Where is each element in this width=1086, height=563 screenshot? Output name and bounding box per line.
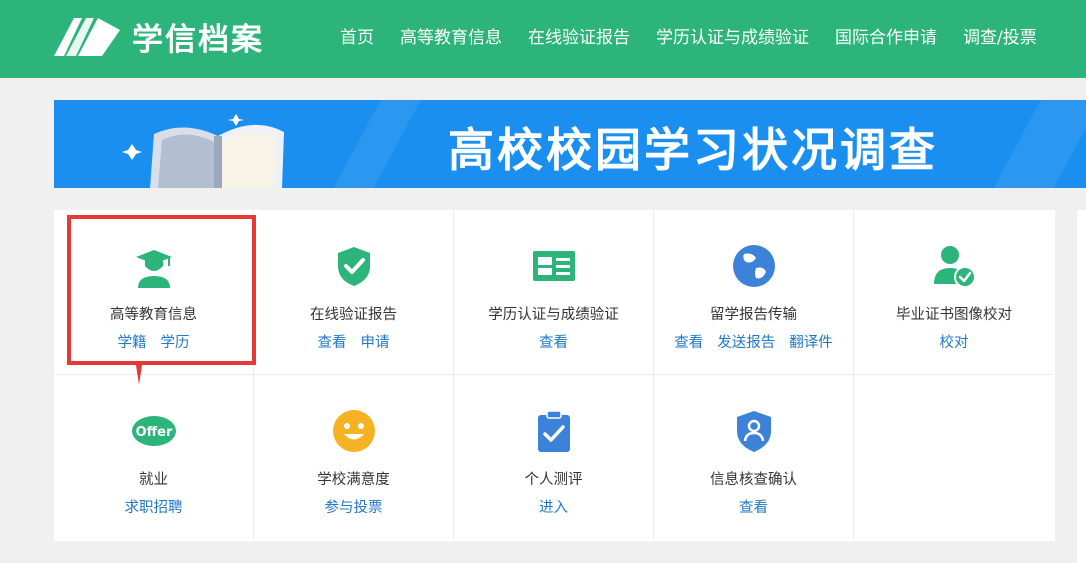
nav-higher-education[interactable]: 高等教育信息 <box>400 23 502 48</box>
service-title: 在线验证报告 <box>310 307 397 323</box>
service-info-verification: 信息核查确认 查看 <box>654 375 854 540</box>
service-links: 查看 <box>454 331 653 352</box>
nav-survey[interactable]: 调查/投票 <box>963 23 1037 48</box>
service-title: 信息核查确认 <box>710 472 797 488</box>
open-book-illustration <box>122 114 284 188</box>
service-links: 查看 申请 <box>254 331 453 352</box>
nav-international[interactable]: 国际合作申请 <box>835 23 937 48</box>
link-view[interactable]: 查看 <box>318 335 347 351</box>
service-certificate-check: 毕业证书图像校对 校对 <box>854 210 1054 375</box>
logo-text: 学信档案 <box>132 21 264 58</box>
book-logo-icon <box>54 18 120 56</box>
service-links: 校对 <box>854 331 1054 352</box>
link-job-search[interactable]: 求职招聘 <box>125 500 183 516</box>
service-title: 就业 <box>139 472 168 488</box>
nav-online-report[interactable]: 在线验证报告 <box>528 23 630 48</box>
survey-banner[interactable]: 高校校园学习状况调查 <box>54 100 1086 188</box>
shield-check-icon <box>338 247 370 286</box>
user-check-icon <box>934 246 976 288</box>
service-title: 留学报告传输 <box>710 307 797 323</box>
empty-cell <box>854 375 1054 540</box>
link-apply[interactable]: 申请 <box>361 335 390 351</box>
link-vote[interactable]: 参与投票 <box>325 500 383 516</box>
service-links: 求职招聘 <box>54 496 253 517</box>
service-links: 查看 <box>654 496 853 517</box>
service-links: 查看 发送报告 翻译件 <box>654 331 853 352</box>
service-personal-assessment: 个人测评 进入 <box>454 375 654 540</box>
highlight-pointer <box>136 365 142 385</box>
smiley-icon <box>333 410 375 452</box>
id-card-icon <box>533 251 575 281</box>
link-view[interactable]: 查看 <box>674 335 703 351</box>
link-view[interactable]: 查看 <box>739 500 768 516</box>
service-links: 进入 <box>454 496 653 517</box>
link-view[interactable]: 查看 <box>539 335 568 351</box>
banner-title: 高校校园学习状况调查 <box>448 123 938 177</box>
offer-icon: Offer <box>132 416 176 446</box>
globe-icon <box>733 245 775 287</box>
service-title: 学校满意度 <box>317 472 390 488</box>
service-links: 参与投票 <box>254 496 453 517</box>
service-title: 毕业证书图像校对 <box>896 307 1012 323</box>
service-employment: Offer 就业 求职招聘 <box>54 375 254 540</box>
nav-home[interactable]: 首页 <box>340 23 374 48</box>
shield-user-icon <box>737 411 771 452</box>
nav-degree-certification[interactable]: 学历认证与成绩验证 <box>656 23 809 48</box>
offer-text: Offer <box>136 425 173 440</box>
service-school-satisfaction: 学校满意度 参与投票 <box>254 375 454 540</box>
main-nav: 首页 高等教育信息 在线验证报告 学历认证与成绩验证 国际合作申请 调查/投票 <box>340 0 1037 70</box>
service-degree-certification: 学历认证与成绩验证 查看 <box>454 210 654 375</box>
right-column-edge <box>1077 210 1086 563</box>
service-title: 个人测评 <box>524 472 583 488</box>
link-proofread[interactable]: 校对 <box>940 335 969 351</box>
link-translation[interactable]: 翻译件 <box>789 335 833 351</box>
link-enter[interactable]: 进入 <box>539 500 568 516</box>
top-header: 学信档案 首页 高等教育信息 在线验证报告 学历认证与成绩验证 国际合作申请 调… <box>0 0 1086 78</box>
highlight-box <box>67 215 256 365</box>
service-study-abroad-report: 留学报告传输 查看 发送报告 翻译件 <box>654 210 854 375</box>
service-title: 学历认证与成绩验证 <box>488 307 619 323</box>
site-logo[interactable]: 学信档案 <box>52 14 264 58</box>
service-online-report: 在线验证报告 查看 申请 <box>254 210 454 375</box>
clipboard-check-icon <box>538 410 570 452</box>
link-send-report[interactable]: 发送报告 <box>717 335 775 351</box>
